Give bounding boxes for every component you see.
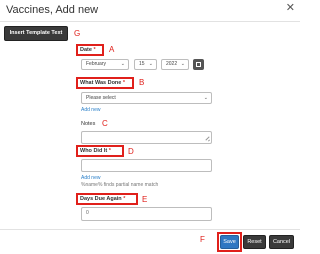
- annotation-a: A: [109, 45, 115, 54]
- what-was-done-value: Please select: [86, 95, 116, 101]
- who-did-it-label: Who Did It *: [80, 148, 111, 155]
- annotation-g: G: [74, 29, 81, 38]
- dialog-title: Vaccines, Add new: [6, 4, 99, 16]
- what-was-done-select[interactable]: Please select ⌄: [81, 92, 212, 104]
- cancel-button[interactable]: Cancel: [269, 235, 294, 249]
- who-did-it-hint: %name% finds partial name match: [81, 182, 159, 188]
- days-due-again-input[interactable]: 0: [81, 207, 212, 221]
- annotation-e: E: [142, 195, 148, 204]
- annotation-c: C: [102, 119, 108, 128]
- who-did-it-required-mark: *: [108, 148, 111, 154]
- add-vaccine-dialog: Vaccines, Add new ✕ Insert Template Text…: [0, 0, 300, 254]
- date-day-value: 15: [139, 61, 145, 67]
- chevron-down-icon: ⌄: [120, 61, 125, 67]
- what-was-done-add-new-link[interactable]: Add new: [81, 107, 100, 113]
- header-divider: [0, 21, 300, 22]
- days-due-again-label: Days Due Again *: [80, 196, 125, 203]
- date-label: Date *: [80, 47, 96, 54]
- date-month-value: February: [86, 61, 107, 67]
- footer-divider: [0, 229, 300, 230]
- what-was-done-label-text: What Was Done: [80, 80, 122, 86]
- who-did-it-add-new-link[interactable]: Add new: [81, 175, 100, 181]
- date-label-text: Date: [80, 47, 92, 53]
- days-due-again-required-mark: *: [123, 196, 126, 202]
- who-did-it-input[interactable]: [81, 159, 212, 172]
- annotation-d: D: [128, 147, 134, 156]
- calendar-icon[interactable]: [193, 59, 204, 70]
- notes-textarea[interactable]: [81, 131, 212, 144]
- save-button[interactable]: Save: [220, 235, 239, 249]
- resize-handle[interactable]: [204, 136, 209, 141]
- who-did-it-label-text: Who Did It: [80, 148, 108, 154]
- what-was-done-label: What Was Done *: [80, 80, 125, 87]
- days-due-again-label-text: Days Due Again: [80, 196, 122, 202]
- reset-button[interactable]: Reset: [243, 235, 266, 249]
- date-year-value: 2022: [166, 61, 178, 67]
- what-was-done-required-mark: *: [122, 80, 126, 86]
- chevron-down-icon: ⌄: [148, 61, 153, 67]
- annotation-b: B: [139, 78, 145, 87]
- date-year-select[interactable]: 2022 ⌄: [161, 59, 189, 70]
- date-required-mark: *: [93, 47, 96, 53]
- date-day-select[interactable]: 15 ⌄: [134, 59, 157, 70]
- annotation-f: F: [200, 235, 205, 244]
- close-icon[interactable]: ✕: [286, 3, 295, 14]
- date-month-select[interactable]: February ⌄: [81, 59, 129, 70]
- chevron-down-icon: ⌄: [203, 95, 208, 101]
- chevron-down-icon: ⌄: [180, 61, 185, 67]
- insert-template-text-button[interactable]: Insert Template Text: [4, 26, 68, 41]
- notes-label: Notes: [81, 121, 96, 127]
